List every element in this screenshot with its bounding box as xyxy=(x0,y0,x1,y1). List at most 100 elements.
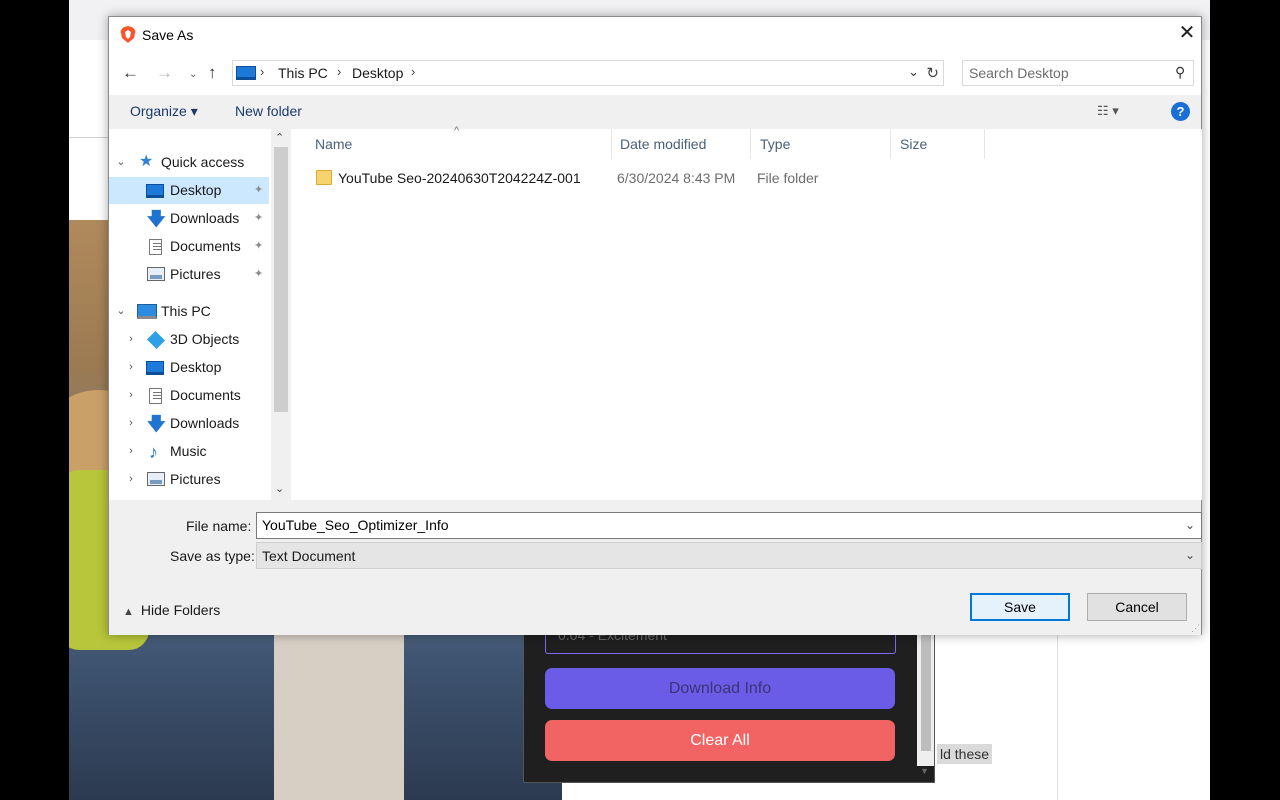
nav-label: 3D Objects xyxy=(170,331,240,347)
navigation-pane: ⌄ ★ Quick access Desktop ✦ 🡇 Downloads ✦… xyxy=(109,129,291,500)
hide-folders-label: Hide Folders xyxy=(140,602,221,618)
nav-label: Quick access xyxy=(161,154,245,170)
breadcrumb-desktop[interactable]: Desktop xyxy=(352,65,403,81)
nav-label: Documents xyxy=(170,387,241,403)
file-name-combobox[interactable]: ⌄ xyxy=(256,512,1202,539)
nav-quick-pictures[interactable]: Pictures ✦ xyxy=(109,261,269,288)
file-list: ^ Name Date modified Type Size YouTube S… xyxy=(291,125,1202,500)
expanded-chevron-icon[interactable]: ⌄ xyxy=(116,149,126,176)
documents-icon xyxy=(149,388,162,404)
save-options-area: File name: ⌄ Save as type: Text Document… xyxy=(109,500,1202,635)
nav-label: Pictures xyxy=(170,266,221,282)
extension-scrollbar[interactable]: ▼ xyxy=(917,635,934,776)
extension-popup-panel: 0:04 - Excitement Download Info Clear Al… xyxy=(523,627,935,783)
scroll-down-arrow-icon[interactable]: ⌄ xyxy=(275,482,284,495)
nav-music[interactable]: › ♪ Music xyxy=(109,438,269,465)
dialog-titlebar: Save As ✕ xyxy=(109,17,1201,53)
navigation-bar: ← → ⌄ ↑ › This PC › Desktop › ⌄ ↻ ⚲ xyxy=(109,53,1201,95)
nav-label: Music xyxy=(170,443,207,459)
nav-quick-desktop[interactable]: Desktop ✦ xyxy=(109,177,269,204)
save-button[interactable]: Save xyxy=(970,593,1070,621)
search-input[interactable] xyxy=(969,64,1164,82)
nav-label: This PC xyxy=(161,303,211,319)
column-header-size[interactable]: Size xyxy=(891,129,985,159)
file-name-dropdown-chevron-icon[interactable]: ⌄ xyxy=(1185,518,1195,532)
resize-grip-icon[interactable]: ⋰ xyxy=(1191,623,1200,634)
nav-documents[interactable]: › Documents xyxy=(109,382,269,409)
video-wall-shape xyxy=(274,630,404,800)
collapsed-chevron-icon[interactable]: › xyxy=(126,326,136,353)
new-folder-button[interactable]: New folder xyxy=(235,103,302,119)
column-header-name[interactable]: Name xyxy=(306,129,612,159)
organize-button[interactable]: Organize ▾ xyxy=(130,103,198,120)
up-arrow-icon[interactable]: ↑ xyxy=(208,64,217,82)
file-name-label: File name: xyxy=(186,518,252,534)
back-arrow-icon[interactable]: ← xyxy=(122,64,139,82)
background-divider xyxy=(69,137,109,138)
address-dropdown-chevron-icon[interactable]: ⌄ xyxy=(908,64,919,80)
pin-icon: ✦ xyxy=(254,184,264,196)
nav-3d-objects[interactable]: › 3D Objects xyxy=(109,326,269,353)
file-row[interactable]: YouTube Seo-20240630T204224Z-001 6/30/20… xyxy=(311,165,1011,191)
search-icon[interactable]: ⚲ xyxy=(1175,64,1185,81)
save-as-type-value: Text Document xyxy=(262,548,356,564)
scroll-up-arrow-icon[interactable]: ⌃ xyxy=(275,131,284,144)
search-box[interactable]: ⚲ xyxy=(962,60,1194,86)
file-type: File folder xyxy=(757,170,819,186)
brave-browser-icon xyxy=(120,26,136,43)
collapsed-chevron-icon[interactable]: › xyxy=(126,382,136,409)
expanded-chevron-icon[interactable]: ⌄ xyxy=(116,298,126,325)
close-button[interactable]: ✕ xyxy=(1173,17,1201,49)
extension-scrollbar-thumb[interactable] xyxy=(921,635,931,751)
documents-icon xyxy=(149,239,162,255)
nav-label: Pictures xyxy=(170,471,221,487)
nav-quick-access[interactable]: ⌄ ★ Quick access xyxy=(109,149,269,176)
recent-locations-chevron-icon[interactable]: ⌄ xyxy=(189,66,197,84)
downloads-icon: 🡇 xyxy=(147,414,166,434)
breadcrumb-separator[interactable]: › xyxy=(260,64,264,79)
file-name-input[interactable] xyxy=(262,517,1162,533)
nav-pane-scrollbar-thumb[interactable] xyxy=(274,147,288,412)
caret-up-icon: ▲ xyxy=(123,606,134,618)
breadcrumb-this-pc[interactable]: This PC xyxy=(278,65,328,81)
change-view-icon[interactable]: ☷ ▾ xyxy=(1097,103,1119,119)
desktop-icon xyxy=(146,184,164,198)
nav-pictures[interactable]: › Pictures xyxy=(109,466,269,493)
cancel-button[interactable]: Cancel xyxy=(1087,593,1187,621)
dialog-title: Save As xyxy=(142,27,194,43)
hide-folders-toggle[interactable]: ▲ Hide Folders xyxy=(123,602,220,618)
file-name: YouTube Seo-20240630T204224Z-001 xyxy=(338,170,581,186)
nav-label: Desktop xyxy=(170,182,222,198)
collapsed-chevron-icon[interactable]: › xyxy=(126,466,136,493)
refresh-icon[interactable]: ↻ xyxy=(926,64,939,82)
collapsed-chevron-icon[interactable]: › xyxy=(126,410,136,437)
nav-quick-downloads[interactable]: 🡇 Downloads ✦ xyxy=(109,205,269,232)
column-header-type[interactable]: Type xyxy=(751,129,891,159)
download-info-button[interactable]: Download Info xyxy=(545,668,895,709)
forward-arrow-icon[interactable]: → xyxy=(156,64,173,82)
nav-downloads[interactable]: › 🡇 Downloads xyxy=(109,410,269,437)
extension-output-field[interactable]: 0:04 - Excitement xyxy=(545,627,896,654)
nav-pane-scrollbar[interactable]: ⌃ ⌄ xyxy=(271,129,291,500)
save-as-type-dropdown-chevron-icon[interactable]: ⌄ xyxy=(1185,548,1195,562)
star-icon: ★ xyxy=(139,153,154,170)
breadcrumb-separator[interactable]: › xyxy=(411,64,415,79)
desktop-icon xyxy=(146,361,164,375)
clear-all-button[interactable]: Clear All xyxy=(545,720,895,761)
collapsed-chevron-icon[interactable]: › xyxy=(126,354,136,381)
background-text-snippet: ld these xyxy=(937,744,993,764)
column-header-date-modified[interactable]: Date modified xyxy=(611,129,751,159)
collapsed-chevron-icon[interactable]: › xyxy=(126,438,136,465)
nav-quick-documents[interactable]: Documents ✦ xyxy=(109,233,269,260)
address-bar[interactable]: › This PC › Desktop › ⌄ ↻ xyxy=(232,60,944,86)
pictures-icon xyxy=(147,267,165,281)
scroll-down-arrow-icon[interactable]: ▼ xyxy=(920,766,929,776)
help-icon[interactable]: ? xyxy=(1171,102,1190,121)
file-date-modified: 6/30/2024 8:43 PM xyxy=(617,170,736,186)
save-as-type-select[interactable]: Text Document ⌄ xyxy=(256,542,1202,569)
nav-desktop[interactable]: › Desktop xyxy=(109,354,269,381)
pin-icon: ✦ xyxy=(254,268,264,280)
nav-this-pc[interactable]: ⌄ This PC xyxy=(109,298,269,325)
breadcrumb-separator[interactable]: › xyxy=(337,64,341,79)
command-toolbar: Organize ▾ New folder ☷ ▾ ? xyxy=(109,95,1201,129)
